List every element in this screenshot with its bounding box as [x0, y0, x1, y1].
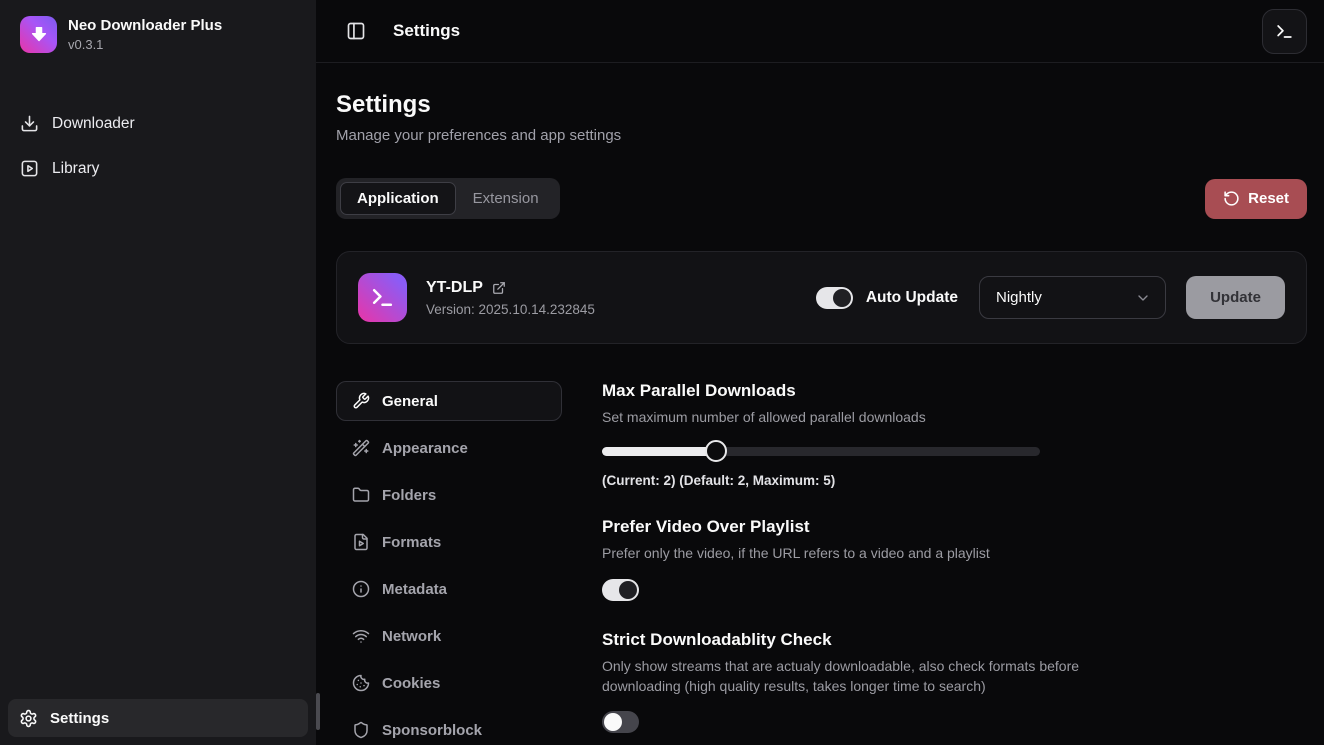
toggle-knob: [833, 289, 851, 307]
setting-description: Prefer only the video, if the URL refers…: [602, 543, 1117, 563]
page-title: Settings: [336, 91, 1307, 119]
app-header: Neo Downloader Plus v0.3.1: [0, 0, 316, 67]
strict-check-toggle[interactable]: [602, 711, 639, 733]
setting-description: Only show streams that are actualy downl…: [602, 656, 1117, 697]
slider-meta-text: (Current: 2) (Default: 2, Maximum: 5): [602, 473, 1117, 488]
wrench-icon: [352, 392, 370, 410]
library-icon: [20, 159, 39, 178]
tab-application[interactable]: Application: [340, 182, 456, 215]
topbar: Settings: [316, 0, 1324, 63]
settings-nav-cookies[interactable]: Cookies: [336, 663, 562, 703]
terminal-button[interactable]: [1262, 9, 1307, 54]
app-logo: [20, 16, 57, 53]
wifi-icon: [352, 627, 370, 645]
settings-content: Max Parallel Downloads Set maximum numbe…: [602, 381, 1117, 745]
slider-fill: [602, 447, 716, 456]
settings-nav-appearance[interactable]: Appearance: [336, 428, 562, 468]
setting-title: Strict Downloadablity Check: [602, 630, 1117, 650]
chevron-down-icon: [1135, 290, 1151, 306]
topbar-title: Settings: [393, 21, 460, 41]
tab-extension[interactable]: Extension: [456, 182, 556, 215]
wand-icon: [352, 439, 370, 457]
download-icon: [20, 114, 39, 133]
ytdlp-title: YT-DLP: [426, 279, 483, 297]
sidebar-scrollbar-thumb[interactable]: [316, 693, 320, 730]
auto-update-toggle[interactable]: [816, 287, 853, 309]
terminal-icon: [1275, 22, 1294, 41]
settings-nav-label: General: [382, 393, 438, 410]
rotate-ccw-icon: [1223, 190, 1240, 207]
main-area: Settings Settings Manage your preference…: [316, 0, 1324, 745]
reset-button-label: Reset: [1248, 190, 1289, 207]
shield-icon: [352, 721, 370, 739]
setting-strict-check: Strict Downloadablity Check Only show st…: [602, 630, 1117, 734]
terminal-icon: [370, 285, 395, 310]
ytdlp-logo: [358, 273, 407, 322]
settings-section-nav: General Appearance Folders Formats Metad…: [336, 381, 562, 745]
max-parallel-slider[interactable]: [602, 440, 1040, 462]
sidebar-item-label: Library: [52, 160, 99, 178]
sidebar: Neo Downloader Plus v0.3.1 Downloader Li…: [0, 0, 316, 745]
setting-title: Max Parallel Downloads: [602, 381, 1117, 401]
info-icon: [352, 580, 370, 598]
settings-nav-label: Formats: [382, 534, 441, 551]
app-version: v0.3.1: [68, 37, 222, 52]
settings-nav-general[interactable]: General: [336, 381, 562, 421]
cookie-icon: [352, 674, 370, 692]
sidebar-nav: Downloader Library: [0, 67, 316, 191]
update-button[interactable]: Update: [1186, 276, 1285, 319]
page-subtitle: Manage your preferences and app settings: [336, 127, 1307, 144]
settings-nav-metadata[interactable]: Metadata: [336, 569, 562, 609]
settings-nav-label: Sponsorblock: [382, 722, 482, 739]
settings-nav-label: Appearance: [382, 440, 468, 457]
settings-nav-network[interactable]: Network: [336, 616, 562, 656]
toolbar-row: Application Extension Reset: [336, 178, 1307, 219]
settings-nav-folders[interactable]: Folders: [336, 475, 562, 515]
settings-nav-formats[interactable]: Formats: [336, 522, 562, 562]
settings-nav-label: Network: [382, 628, 441, 645]
settings-nav-label: Folders: [382, 487, 436, 504]
auto-update-label: Auto Update: [866, 289, 958, 307]
settings-tabs: Application Extension: [336, 178, 560, 219]
sidebar-settings-label: Settings: [50, 710, 109, 727]
download-arrow-icon: [28, 24, 50, 46]
sidebar-toggle-button[interactable]: [346, 21, 366, 41]
sidebar-spacer: [0, 191, 316, 691]
prefer-video-toggle[interactable]: [602, 579, 639, 601]
app-name: Neo Downloader Plus: [68, 17, 222, 36]
reset-button[interactable]: Reset: [1205, 179, 1307, 219]
sidebar-item-library[interactable]: Library: [0, 146, 316, 191]
toggle-knob: [604, 713, 622, 731]
folder-icon: [352, 486, 370, 504]
sidebar-item-settings[interactable]: Settings: [8, 699, 308, 737]
toggle-knob: [619, 581, 637, 599]
settings-nav-sponsorblock[interactable]: Sponsorblock: [336, 710, 562, 745]
settings-layout: General Appearance Folders Formats Metad…: [336, 381, 1307, 745]
setting-max-parallel-downloads: Max Parallel Downloads Set maximum numbe…: [602, 381, 1117, 488]
settings-page: Settings Manage your preferences and app…: [316, 63, 1324, 745]
ytdlp-card: YT-DLP Version: 2025.10.14.232845 Auto U…: [336, 251, 1307, 344]
file-video-icon: [352, 533, 370, 551]
setting-prefer-video: Prefer Video Over Playlist Prefer only t…: [602, 517, 1117, 600]
sidebar-item-label: Downloader: [52, 115, 135, 133]
sidebar-item-downloader[interactable]: Downloader: [0, 101, 316, 146]
setting-description: Set maximum number of allowed parallel d…: [602, 407, 1117, 427]
gear-icon: [19, 709, 38, 728]
settings-nav-label: Cookies: [382, 675, 440, 692]
panel-left-icon: [346, 21, 366, 41]
settings-nav-label: Metadata: [382, 581, 447, 598]
external-link-icon[interactable]: [492, 281, 506, 295]
slider-thumb[interactable]: [705, 440, 727, 462]
ytdlp-version: Version: 2025.10.14.232845: [426, 302, 595, 317]
update-channel-value: Nightly: [996, 289, 1042, 306]
setting-title: Prefer Video Over Playlist: [602, 517, 1117, 537]
update-channel-select[interactable]: Nightly: [979, 276, 1166, 319]
